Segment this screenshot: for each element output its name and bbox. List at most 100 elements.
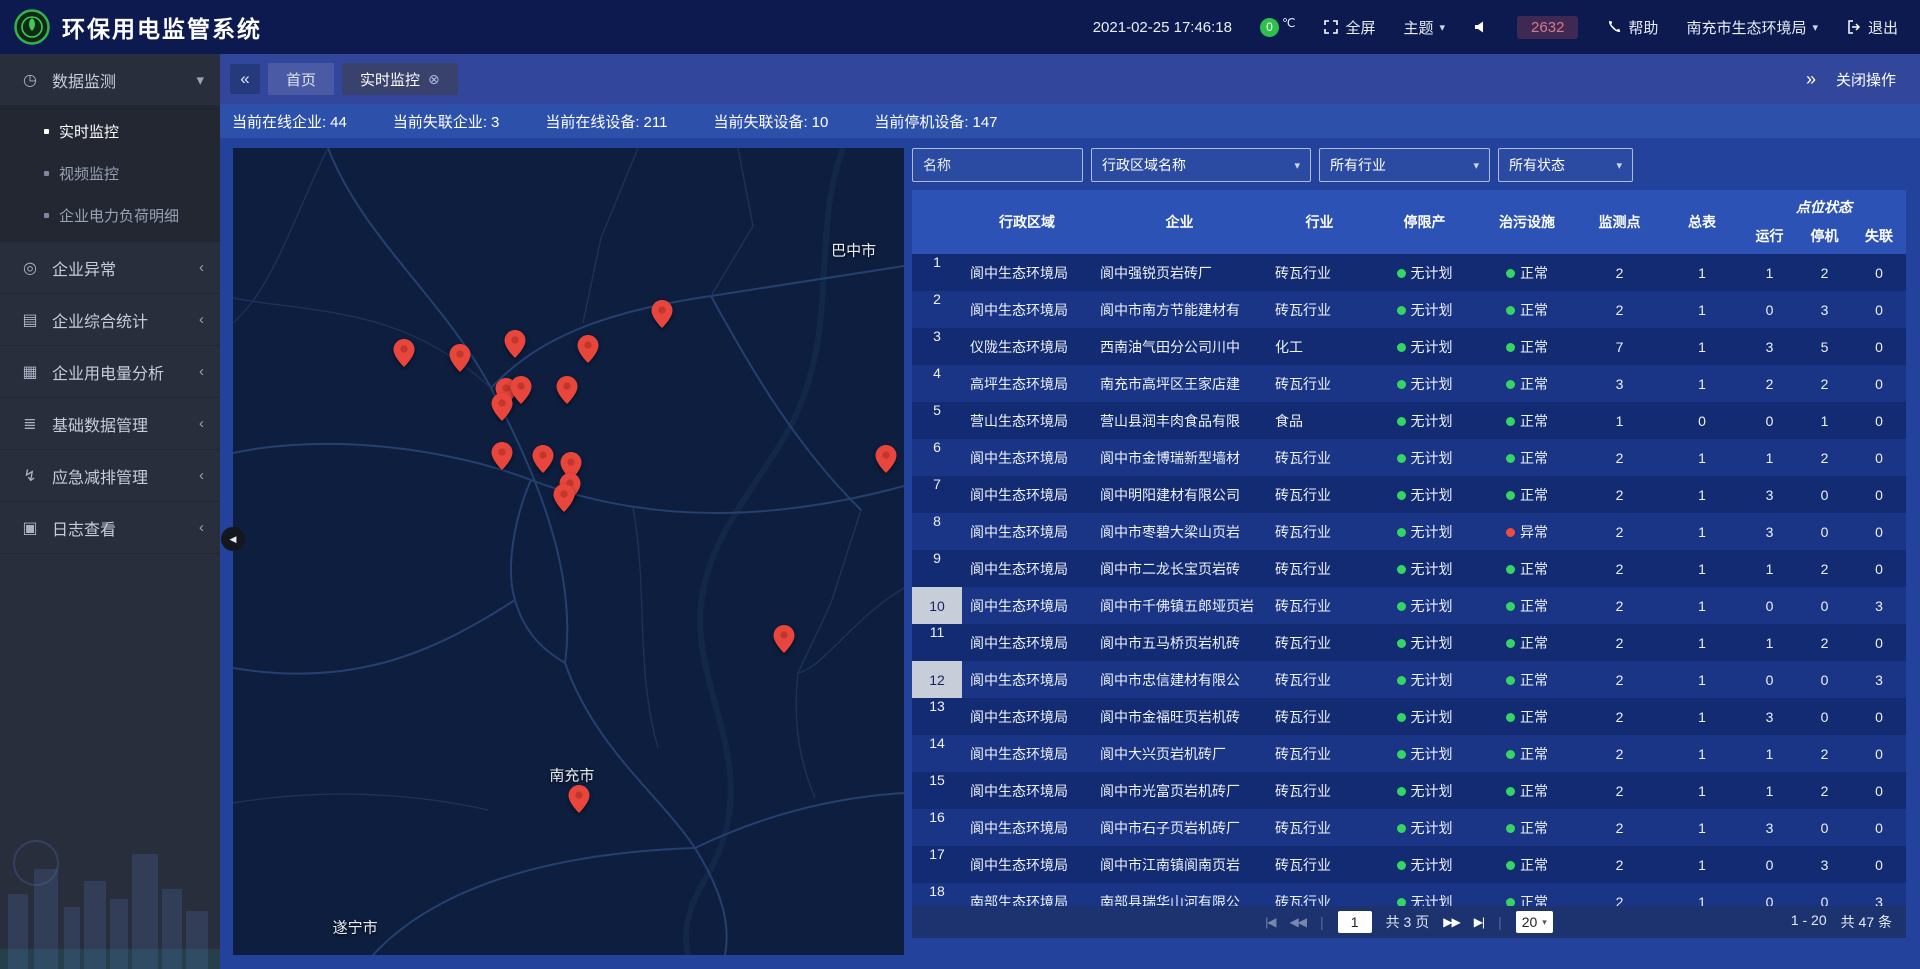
logout-button[interactable]: 退出	[1846, 17, 1898, 38]
tab-home[interactable]: 首页	[268, 63, 334, 95]
table-row[interactable]: 17阆中生态环境局阆中市江南镇阆南页岩砖瓦行业无计划正常21030	[912, 846, 1906, 883]
next-page-button[interactable]: ▶▶	[1443, 915, 1459, 929]
fullscreen-button[interactable]: 全屏	[1323, 17, 1375, 38]
cell-points: 2	[1577, 672, 1662, 688]
theme-dropdown[interactable]: 主题 ▾	[1404, 17, 1446, 38]
map-pin[interactable]	[533, 445, 554, 478]
map-pin[interactable]	[492, 393, 513, 426]
table-row[interactable]: 1阆中生态环境局阆中强锐页岩砖厂砖瓦行业无计划正常21120	[912, 254, 1906, 291]
chevron-left-icon: ‹	[199, 363, 204, 380]
page-size-select[interactable]: 20 ▾	[1516, 911, 1553, 933]
sidebar-item-日志查看[interactable]: ▣日志查看‹	[0, 502, 220, 554]
sidebar-item-企业异常[interactable]: ◎企业异常‹	[0, 242, 220, 294]
status-dot-green	[1506, 824, 1515, 833]
table-row[interactable]: 11阆中生态环境局阆中市五马桥页岩机砖砖瓦行业无计划正常21120	[912, 624, 1906, 661]
table-body: 1阆中生态环境局阆中强锐页岩砖厂砖瓦行业无计划正常211202阆中生态环境局阆中…	[912, 254, 1906, 906]
region-filter-select[interactable]: 行政区域名称 ▾	[1091, 148, 1311, 182]
tab-realtime-monitor[interactable]: 实时监控 ⊗	[342, 63, 458, 95]
map-pin[interactable]	[569, 785, 590, 818]
mute-button[interactable]	[1473, 19, 1489, 35]
map-pin[interactable]	[394, 339, 415, 372]
cell-facility: 正常	[1477, 818, 1577, 838]
analysis-icon: ▦	[20, 362, 40, 382]
filter-bar: 行政区域名称 ▾ 所有行业 ▾ 所有状态 ▾	[912, 148, 1906, 182]
alarm-count-badge[interactable]: 2632	[1517, 16, 1578, 39]
tabs-scroll-right-button[interactable]: »	[1806, 69, 1816, 90]
page-number-input[interactable]: 1	[1338, 911, 1372, 933]
cell-points: 2	[1577, 487, 1662, 503]
map-pin[interactable]	[449, 344, 470, 377]
map-pin[interactable]	[492, 442, 513, 475]
prev-page-button[interactable]: ◀◀	[1290, 915, 1306, 929]
cell-no: 6	[912, 439, 962, 476]
sidebar-subitem-视频监控[interactable]: 视频监控	[0, 152, 220, 194]
status-dot-green	[1397, 676, 1406, 685]
chevron-left-icon: ‹	[199, 467, 204, 484]
status-dot-green	[1506, 343, 1515, 352]
sidebar-subitem-企业电力负荷明细[interactable]: 企业电力负荷明细	[0, 194, 220, 236]
map[interactable]: ◀ 巴中市南充市遂宁市	[233, 148, 904, 955]
sidebar-item-企业综合统计[interactable]: ▤企业综合统计‹	[0, 294, 220, 346]
map-pin[interactable]	[504, 330, 525, 363]
cell-region: 阆中生态环境局	[962, 744, 1092, 764]
table-row[interactable]: 10阆中生态环境局阆中市千佛镇五郎垭页岩砖瓦行业无计划正常21003	[912, 587, 1906, 624]
cell-limit: 无计划	[1372, 596, 1477, 616]
map-pin[interactable]	[875, 445, 896, 478]
map-pin[interactable]	[651, 300, 672, 333]
map-pin[interactable]	[557, 376, 578, 409]
sidebar-item-应急减排管理[interactable]: ↯应急减排管理‹	[0, 450, 220, 502]
sidebar-item-基础数据管理[interactable]: ≣基础数据管理‹	[0, 398, 220, 450]
table-row[interactable]: 8阆中生态环境局阆中市枣碧大梁山页岩砖瓦行业无计划异常21300	[912, 513, 1906, 550]
map-pin[interactable]	[577, 335, 598, 368]
chevron-left-icon: ‹	[199, 519, 204, 536]
help-button[interactable]: 帮助	[1606, 17, 1658, 38]
cell-region: 阆中生态环境局	[962, 670, 1092, 690]
last-page-button[interactable]: ▶|	[1474, 915, 1484, 929]
tab-bar: « 首页 实时监控 ⊗ » 关闭操作	[220, 54, 1920, 104]
name-filter-input[interactable]	[912, 148, 1083, 182]
cell-limit: 无计划	[1372, 411, 1477, 431]
chevron-down-icon: ▾	[1542, 917, 1547, 928]
cell-facility: 正常	[1477, 670, 1577, 690]
status-filter-select[interactable]: 所有状态 ▾	[1498, 148, 1633, 182]
table-row[interactable]: 13阆中生态环境局阆中市金福旺页岩机砖砖瓦行业无计划正常21300	[912, 698, 1906, 735]
main-area: « 首页 实时监控 ⊗ » 关闭操作 当前在线企业:44当前失联企业:3当前在线…	[220, 54, 1920, 969]
table-row[interactable]: 12阆中生态环境局阆中市忠信建材有限公砖瓦行业无计划正常21003	[912, 661, 1906, 698]
pager-divider: |	[1320, 914, 1324, 930]
table-row[interactable]: 6阆中生态环境局阆中市金博瑞新型墙材砖瓦行业无计划正常21120	[912, 439, 1906, 476]
table-row[interactable]: 5营山生态环境局营山县润丰肉食品有限食品无计划正常10010	[912, 402, 1906, 439]
close-operations-button[interactable]: 关闭操作	[1836, 69, 1896, 90]
tabs-scroll-left-button[interactable]: «	[230, 64, 260, 94]
table-row[interactable]: 18南部生态环境局南部县瑞华山河有限公砖瓦行业无计划正常21003	[912, 883, 1906, 906]
table-row[interactable]: 16阆中生态环境局阆中市石子页岩机砖厂砖瓦行业无计划正常21300	[912, 809, 1906, 846]
industry-filter-select[interactable]: 所有行业 ▾	[1319, 148, 1490, 182]
map-pin[interactable]	[773, 625, 794, 658]
cell-region: 仪陇生态环境局	[962, 337, 1092, 357]
sidebar-item-数据监测[interactable]: ◷数据监测▾	[0, 54, 220, 106]
total-pages-label: 共 3 页	[1386, 912, 1430, 932]
table-row[interactable]: 4高坪生态环境局南充市高坪区王家店建砖瓦行业无计划正常31220	[912, 365, 1906, 402]
cell-run: 0	[1742, 598, 1797, 614]
status-dot-green	[1506, 713, 1515, 722]
cell-meters: 1	[1662, 487, 1742, 503]
close-tab-icon[interactable]: ⊗	[428, 71, 440, 88]
map-pin[interactable]	[553, 484, 574, 517]
cell-lost: 0	[1852, 487, 1906, 503]
table-row[interactable]: 7阆中生态环境局阆中明阳建材有限公司砖瓦行业无计划正常21300	[912, 476, 1906, 513]
table-row[interactable]: 15阆中生态环境局阆中市光富页岩机砖厂砖瓦行业无计划正常21120	[912, 772, 1906, 809]
org-dropdown[interactable]: 南充市生态环境局 ▾	[1686, 17, 1818, 38]
map-pin[interactable]	[510, 376, 531, 409]
table-row[interactable]: 2阆中生态环境局阆中市南方节能建材有砖瓦行业无计划正常21030	[912, 291, 1906, 328]
first-page-button[interactable]: |◀	[1265, 915, 1275, 929]
sidebar-subitem-实时监控[interactable]: 实时监控	[0, 110, 220, 152]
cell-company: 阆中市枣碧大梁山页岩	[1092, 522, 1267, 542]
sidebar-menu: ◷数据监测▾实时监控视频监控企业电力负荷明细 ◎企业异常‹▤企业综合统计‹▦企业用…	[0, 54, 220, 554]
sidebar-item-企业用电量分析[interactable]: ▦企业用电量分析‹	[0, 346, 220, 398]
cell-company: 南部县瑞华山河有限公	[1092, 892, 1267, 907]
status-dot-green	[1397, 713, 1406, 722]
table-row[interactable]: 14阆中生态环境局阆中大兴页岩机砖厂砖瓦行业无计划正常21120	[912, 735, 1906, 772]
cell-lost: 0	[1852, 746, 1906, 762]
table-row[interactable]: 9阆中生态环境局阆中市二龙长宝页岩砖砖瓦行业无计划正常21120	[912, 550, 1906, 587]
table-row[interactable]: 3仪陇生态环境局西南油气田分公司川中化工无计划正常71350	[912, 328, 1906, 365]
cell-stop: 0	[1797, 894, 1852, 907]
